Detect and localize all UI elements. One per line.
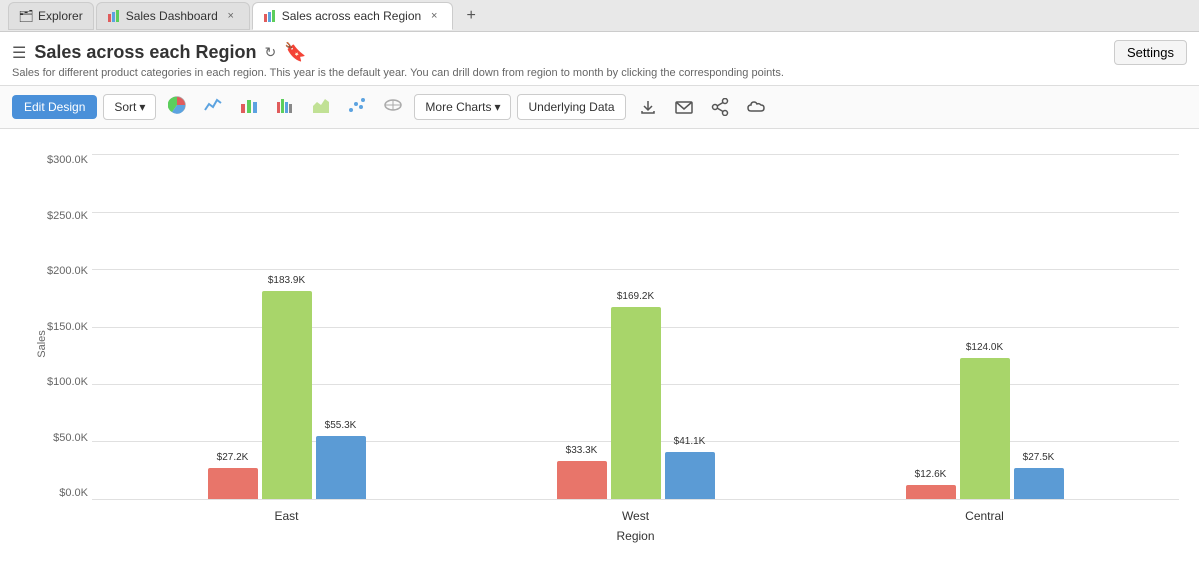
tab-sales-region-label: Sales across each Region	[282, 9, 421, 23]
east-bar-green[interactable]: $183.9K	[262, 291, 312, 499]
east-blue-bar[interactable]	[316, 436, 366, 499]
y-axis-labels: $300.0K $250.0K $200.0K $150.0K $100.0K …	[38, 154, 88, 499]
central-bar-green[interactable]: $124.0K	[960, 358, 1010, 499]
more-charts-label: More Charts	[425, 100, 491, 114]
y-label-150k: $150.0K	[47, 321, 88, 333]
chart-container: Sales $300.0K $250.0K $200.0K $150.0K $1…	[0, 129, 1199, 574]
email-button[interactable]	[668, 93, 700, 121]
chart-type-bar-button[interactable]	[234, 92, 264, 122]
chart-type-geo-button[interactable]	[378, 92, 408, 122]
chart-type-area-button[interactable]	[306, 92, 336, 122]
west-green-bar[interactable]	[611, 307, 661, 499]
east-bar-red[interactable]: $27.2K	[208, 468, 258, 499]
west-red-bar[interactable]	[557, 461, 607, 499]
tab-sales-dashboard-label: Sales Dashboard	[126, 9, 218, 23]
tab-add-button[interactable]: +	[459, 4, 483, 28]
y-label-0k: $0.0K	[59, 487, 88, 499]
tab-explorer-label: Explorer	[38, 9, 83, 23]
west-green-label: $169.2K	[617, 291, 654, 302]
central-red-bar[interactable]	[906, 485, 956, 499]
tab-sales-region[interactable]: Sales across each Region ×	[252, 2, 453, 30]
y-label-50k: $50.0K	[53, 432, 88, 444]
x-label-west: West	[557, 509, 715, 523]
central-green-bar[interactable]	[960, 358, 1010, 499]
x-axis-labels: East West Central	[92, 509, 1179, 523]
underlying-data-button[interactable]: Underlying Data	[517, 94, 625, 120]
y-label-250k: $250.0K	[47, 210, 88, 222]
export-button[interactable]	[632, 93, 664, 121]
east-green-bar[interactable]	[262, 291, 312, 499]
east-green-label: $183.9K	[268, 275, 305, 286]
central-blue-bar[interactable]	[1014, 468, 1064, 499]
settings-button[interactable]: Settings	[1114, 40, 1187, 65]
west-blue-label: $41.1K	[674, 436, 706, 447]
east-red-label: $27.2K	[217, 452, 249, 463]
sort-chevron-icon: ▾	[139, 100, 145, 114]
toolbar-action-icons	[632, 93, 772, 121]
subtitle: Sales for different product categories i…	[0, 65, 1199, 85]
header: ☰ Sales across each Region ↻ 🔖 Settings	[0, 32, 1199, 65]
header-menu-icon[interactable]: ☰	[12, 43, 26, 63]
explorer-icon: 🗂	[19, 9, 33, 23]
sort-button[interactable]: Sort ▾	[103, 94, 156, 120]
x-label-east: East	[208, 509, 366, 523]
page-title: Sales across each Region	[34, 42, 256, 63]
more-charts-button[interactable]: More Charts ▾	[414, 94, 511, 120]
tab-sales-dashboard[interactable]: Sales Dashboard ×	[96, 2, 250, 30]
west-red-label: $33.3K	[566, 445, 598, 456]
y-label-100k: $100.0K	[47, 376, 88, 388]
share-button[interactable]	[704, 93, 736, 121]
tab-bar: 🗂 Explorer Sales Dashboard × Sales acros…	[0, 0, 1199, 32]
central-blue-label: $27.5K	[1023, 452, 1055, 463]
west-bar-red[interactable]: $33.3K	[557, 461, 607, 499]
y-label-300k: $300.0K	[47, 154, 88, 166]
east-red-bar[interactable]	[208, 468, 258, 499]
save-icon[interactable]: 🔖	[284, 42, 306, 63]
central-bar-blue[interactable]: $27.5K	[1014, 468, 1064, 499]
x-label-central: Central	[906, 509, 1064, 523]
x-axis-title: Region	[92, 529, 1179, 543]
chart-type-grouped-bar-button[interactable]	[270, 92, 300, 122]
cloud-button[interactable]	[740, 93, 772, 121]
west-bar-blue[interactable]: $41.1K	[665, 452, 715, 499]
chart-type-scatter-button[interactable]	[342, 92, 372, 122]
chart-plot-area: $27.2K $183.9K $55.3K	[92, 154, 1179, 499]
central-green-label: $124.0K	[966, 342, 1003, 353]
chart-type-pie-button[interactable]	[162, 92, 192, 122]
sales-dashboard-icon	[107, 9, 121, 23]
west-blue-bar[interactable]	[665, 452, 715, 499]
tab-explorer[interactable]: 🗂 Explorer	[8, 2, 94, 30]
y-label-200k: $200.0K	[47, 265, 88, 277]
edit-design-button[interactable]: Edit Design	[12, 95, 97, 119]
east-bar-blue[interactable]: $55.3K	[316, 436, 366, 499]
east-blue-label: $55.3K	[325, 420, 357, 431]
sort-label: Sort	[114, 100, 136, 114]
central-bar-red[interactable]: $12.6K	[906, 485, 956, 499]
more-charts-chevron-icon: ▾	[494, 100, 500, 114]
west-bar-green[interactable]: $169.2K	[611, 307, 661, 499]
refresh-icon[interactable]: ↻	[264, 44, 276, 61]
toolbar: Edit Design Sort ▾ More Charts ▾ Underly…	[0, 85, 1199, 129]
sales-region-icon	[263, 9, 277, 23]
tab-sales-dashboard-close[interactable]: ×	[223, 8, 239, 24]
chart-type-line-button[interactable]	[198, 92, 228, 122]
central-red-label: $12.6K	[915, 469, 947, 480]
tab-sales-region-close[interactable]: ×	[426, 8, 442, 24]
